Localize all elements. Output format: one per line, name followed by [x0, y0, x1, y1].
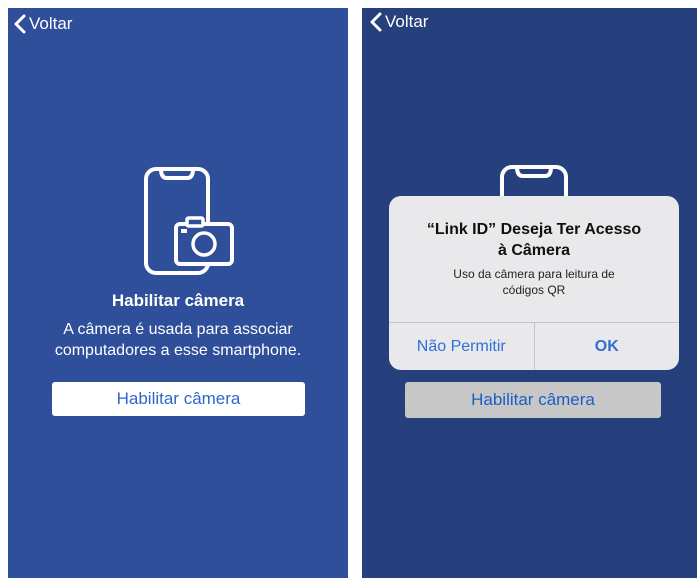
alert-message-line-1: Uso da câmera para leitura de: [453, 267, 615, 281]
chevron-left-icon: [370, 12, 382, 32]
right-screen: Voltar Habilitar câmera “Link ID” Deseja…: [362, 8, 697, 578]
camera-permission-alert: “Link ID” Deseja Ter Acesso à Câmera Uso…: [389, 196, 679, 370]
page-title: Habilitar câmera: [111, 291, 245, 310]
alert-actions: Não Permitir OK: [389, 322, 679, 370]
description-line-2: computadores a esse smartphone.: [54, 342, 302, 359]
ok-button[interactable]: OK: [533, 323, 680, 370]
description-line-1: A câmera é usada para associar: [63, 321, 293, 338]
alert-title-line-2: à Câmera: [497, 242, 571, 259]
back-label: Voltar: [385, 12, 429, 31]
back-label: Voltar: [29, 14, 73, 33]
enable-camera-button[interactable]: Habilitar câmera: [405, 382, 661, 418]
alert-message: Uso da câmera para leitura de códigos QR: [407, 266, 661, 298]
enable-camera-button[interactable]: Habilitar câmera: [52, 382, 305, 416]
phone-camera-icon: [144, 167, 234, 275]
chevron-left-icon: [14, 14, 26, 34]
alert-title-line-1: “Link ID” Deseja Ter Acesso: [426, 221, 642, 238]
alert-message-line-2: códigos QR: [502, 283, 566, 297]
back-button[interactable]: Voltar: [370, 12, 428, 32]
deny-button[interactable]: Não Permitir: [389, 323, 534, 370]
left-screen: Voltar Habilitar câmera A câmera é usada…: [8, 8, 348, 578]
back-button[interactable]: Voltar: [14, 14, 72, 34]
alert-title: “Link ID” Deseja Ter Acesso à Câmera: [399, 219, 669, 261]
